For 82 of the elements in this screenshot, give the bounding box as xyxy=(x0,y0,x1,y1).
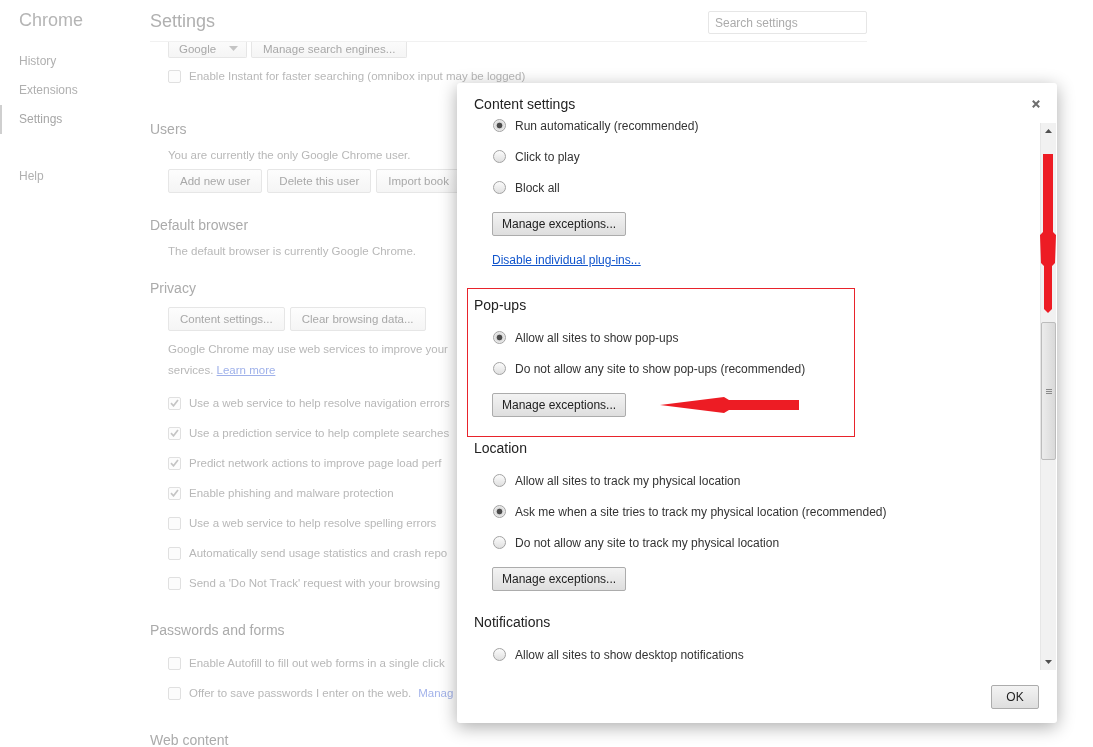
radio-button[interactable] xyxy=(493,181,506,194)
checkbox[interactable] xyxy=(168,546,181,560)
section-heading: Default browser xyxy=(150,217,249,233)
checkbox[interactable] xyxy=(168,456,181,470)
action-button[interactable]: Content settings... xyxy=(168,307,285,331)
checkmark-icon xyxy=(170,399,179,407)
action-button[interactable]: Manage search engines... xyxy=(251,42,408,58)
radio-label: Allow all sites to show desktop notifications xyxy=(515,647,744,662)
sidebar-item[interactable]: Extensions xyxy=(0,76,150,105)
checkmark-icon xyxy=(170,459,179,467)
search-field[interactable]: Search settings xyxy=(708,11,867,34)
manage-link[interactable]: Manag xyxy=(418,686,454,700)
radio-button[interactable] xyxy=(493,505,506,518)
scroll-up-arrow-icon[interactable] xyxy=(1045,129,1052,133)
section-heading: Notifications xyxy=(474,613,551,632)
radio-label: Allow all sites to show pop-ups xyxy=(515,330,679,345)
section-heading: Privacy xyxy=(150,280,196,296)
radio-button[interactable] xyxy=(493,119,506,132)
dialog-title: Content settings xyxy=(474,95,576,114)
ok-button[interactable]: OK xyxy=(991,685,1039,709)
checkbox[interactable] xyxy=(168,69,181,83)
manage-exceptions-button[interactable]: Manage exceptions... xyxy=(492,567,627,591)
radio-button[interactable] xyxy=(493,331,506,344)
radio-button[interactable] xyxy=(493,536,506,549)
action-button[interactable]: Clear browsing data... xyxy=(289,307,426,331)
description-text: The default browser is currently Google Chrome. xyxy=(168,244,416,259)
manage-exceptions-button[interactable]: Manage exceptions... xyxy=(492,212,627,236)
radio-label: Do not allow any site to show pop-ups (recommended) xyxy=(515,361,806,376)
radio-button[interactable] xyxy=(493,648,506,661)
scroll-down-arrow-icon[interactable] xyxy=(1045,660,1052,664)
checkbox[interactable] xyxy=(168,516,181,530)
grip-icon xyxy=(1045,388,1052,394)
radio-label: Block all xyxy=(515,180,560,195)
action-button[interactable]: Delete this user xyxy=(267,169,372,193)
section-heading: Passwords and forms xyxy=(150,622,285,638)
radio-button[interactable] xyxy=(493,150,506,163)
search-engine-dropdown[interactable]: Google xyxy=(168,42,247,58)
close-button[interactable] xyxy=(1029,97,1043,111)
checkbox[interactable] xyxy=(168,576,181,590)
checkmark-icon xyxy=(170,429,179,437)
section-heading: Pop-ups xyxy=(474,296,527,315)
learn-more-link[interactable]: Learn more xyxy=(216,364,276,376)
checkbox-label: Offer to save passwords I enter on the web. xyxy=(189,686,412,700)
sidebar-item[interactable]: History xyxy=(0,47,150,76)
checkbox-label: Automatically send usage statistics and crash repo xyxy=(189,546,448,560)
checkbox-label: Use a web service to help resolve spelling errors xyxy=(189,516,437,530)
sidebar-item[interactable]: Help xyxy=(0,162,150,191)
checkbox-label: Enable Autofill to fill out web forms in a single click xyxy=(189,656,445,670)
radio-button[interactable] xyxy=(493,474,506,487)
section-heading: Web content xyxy=(150,732,229,747)
checkmark-icon xyxy=(170,489,179,497)
radio-label: Ask me when a site tries to track my physical location (recommended) xyxy=(515,504,887,519)
checkbox-label: Send a 'Do Not Track' request with your browsing xyxy=(189,576,441,590)
checkbox[interactable] xyxy=(168,486,181,500)
sidebar-item[interactable]: Settings xyxy=(0,105,150,134)
description-text: Google Chrome may use web services to improve your xyxy=(168,342,448,357)
description-text: You are currently the only Google Chrome user. xyxy=(168,148,411,163)
radio-label: Allow all sites to track my physical location xyxy=(515,473,741,488)
checkbox[interactable] xyxy=(168,396,181,410)
close-icon xyxy=(1032,100,1040,108)
section-heading: Location xyxy=(474,439,527,458)
checkbox-label: Use a web service to help resolve navigation errors xyxy=(189,396,450,410)
app-title: Chrome xyxy=(19,9,84,32)
radio-label: Run automatically (recommended) xyxy=(515,118,699,133)
manage-exceptions-button[interactable]: Manage exceptions... xyxy=(492,393,627,417)
checkbox-label: Enable Instant for faster searching (omnibox input may be logged) xyxy=(189,69,526,83)
checkbox-label: Use a prediction service to help complete searches xyxy=(189,426,450,440)
checkbox-label: Enable phishing and malware protection xyxy=(189,486,394,500)
radio-button[interactable] xyxy=(493,362,506,375)
checkbox[interactable] xyxy=(168,426,181,440)
radio-label: Click to play xyxy=(515,149,580,164)
plugins-link[interactable]: Disable individual plug-ins... xyxy=(492,253,641,267)
description-text: services. Learn more xyxy=(168,363,276,378)
caret-icon xyxy=(229,46,238,51)
checkbox-label: Predict network actions to improve page load perf xyxy=(189,456,442,470)
page-title: Settings xyxy=(150,10,216,33)
checkbox[interactable] xyxy=(168,656,181,670)
action-button[interactable]: Add new user xyxy=(168,169,263,193)
section-heading: Users xyxy=(150,121,187,137)
checkbox[interactable] xyxy=(168,686,181,700)
scrollbar-thumb[interactable] xyxy=(1041,322,1056,460)
radio-label: Do not allow any site to track my physical location xyxy=(515,535,780,550)
